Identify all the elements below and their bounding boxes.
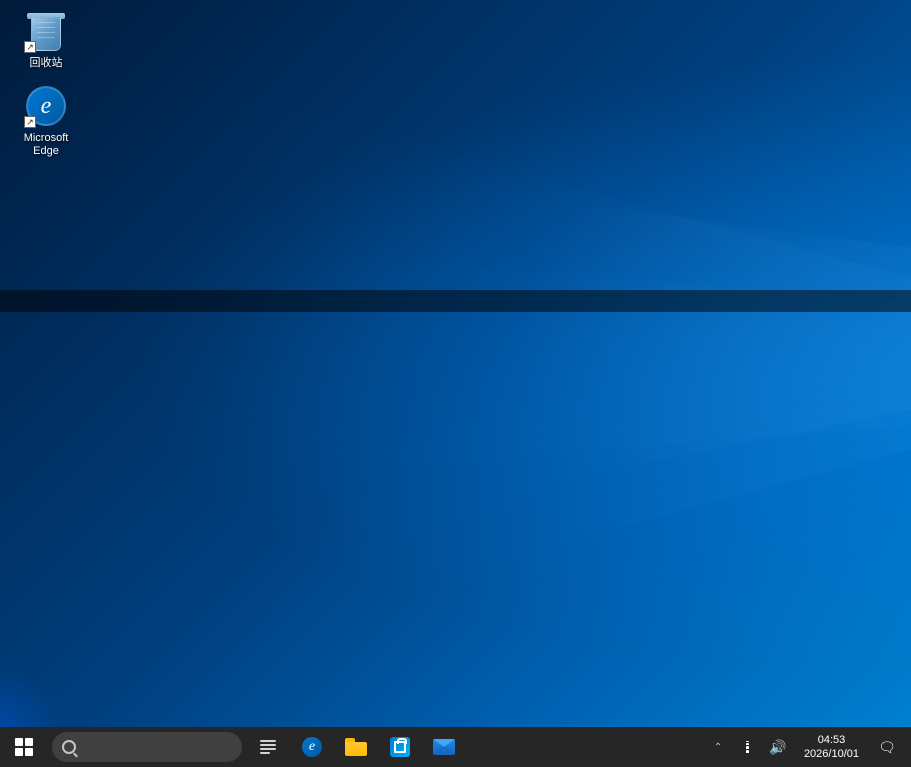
clock-time: 04:53 xyxy=(818,733,846,747)
store-bag xyxy=(394,741,406,753)
recycle-bin-image: ↗ xyxy=(24,9,68,53)
recycle-bin-label: 回收站 xyxy=(30,57,63,70)
tv-bar-2 xyxy=(260,744,276,746)
mail-icon xyxy=(433,739,455,755)
shortcut-arrow-edge: ↗ xyxy=(24,116,36,128)
tv-bar-4 xyxy=(260,752,270,754)
task-view-icon xyxy=(260,740,276,754)
taskbar-edge[interactable]: e xyxy=(290,727,334,767)
desktop-icon-edge[interactable]: e ↗ Microsoft Edge xyxy=(10,80,82,162)
world-overlay xyxy=(0,0,911,727)
net-bar-2 xyxy=(746,743,749,745)
notification-icon: 🗨 xyxy=(878,739,896,756)
system-tray: ⌃ 🔊 04:53 2026/10/01 🗨 xyxy=(704,727,911,767)
net-bar-4 xyxy=(746,750,749,753)
edge-label: Microsoft Edge xyxy=(14,132,78,158)
win-square-br xyxy=(25,748,33,756)
store-icon xyxy=(390,737,410,757)
win-square-bl xyxy=(15,748,23,756)
taskbar-mail[interactable] xyxy=(422,727,466,767)
clock-date: 2026/10/01 xyxy=(804,747,859,761)
volume-icon: 🔊 xyxy=(769,739,786,756)
show-hidden-icons-button[interactable]: ⌃ xyxy=(704,727,732,767)
taskbar: e ⌃ xyxy=(0,727,911,767)
mail-flap xyxy=(433,739,455,747)
desktop: ↗ 回收站 e ↗ Microsoft Edge xyxy=(0,0,911,727)
win-square-tr xyxy=(25,738,33,746)
clock-area[interactable]: 04:53 2026/10/01 xyxy=(794,727,869,767)
search-box[interactable] xyxy=(52,732,242,762)
edge-taskbar-icon: e xyxy=(302,737,322,757)
edge-tb-letter: e xyxy=(309,739,315,755)
net-bar-1 xyxy=(746,741,749,742)
win-square-tl xyxy=(15,738,23,746)
windows-logo xyxy=(15,738,33,756)
folder-body xyxy=(345,742,367,756)
folder-icon xyxy=(345,738,367,756)
notification-button[interactable]: 🗨 xyxy=(871,727,903,767)
shortcut-arrow-recycle: ↗ xyxy=(24,41,36,53)
tv-bar-1 xyxy=(260,740,276,742)
start-button[interactable] xyxy=(0,727,48,767)
taskbar-task-view[interactable] xyxy=(246,727,290,767)
taskbar-store[interactable] xyxy=(378,727,422,767)
edge-letter: e xyxy=(41,94,52,118)
network-icon-button[interactable] xyxy=(734,727,762,767)
tv-bar-3 xyxy=(260,748,276,750)
volume-button[interactable]: 🔊 xyxy=(764,727,792,767)
desktop-icon-recycle-bin[interactable]: ↗ 回收站 xyxy=(10,5,82,74)
chevron-up-icon: ⌃ xyxy=(714,742,722,753)
taskbar-file-explorer[interactable] xyxy=(334,727,378,767)
search-icon xyxy=(62,740,76,754)
net-bar-3 xyxy=(746,746,749,749)
edge-image: e ↗ xyxy=(24,84,68,128)
network-icon xyxy=(740,741,756,753)
